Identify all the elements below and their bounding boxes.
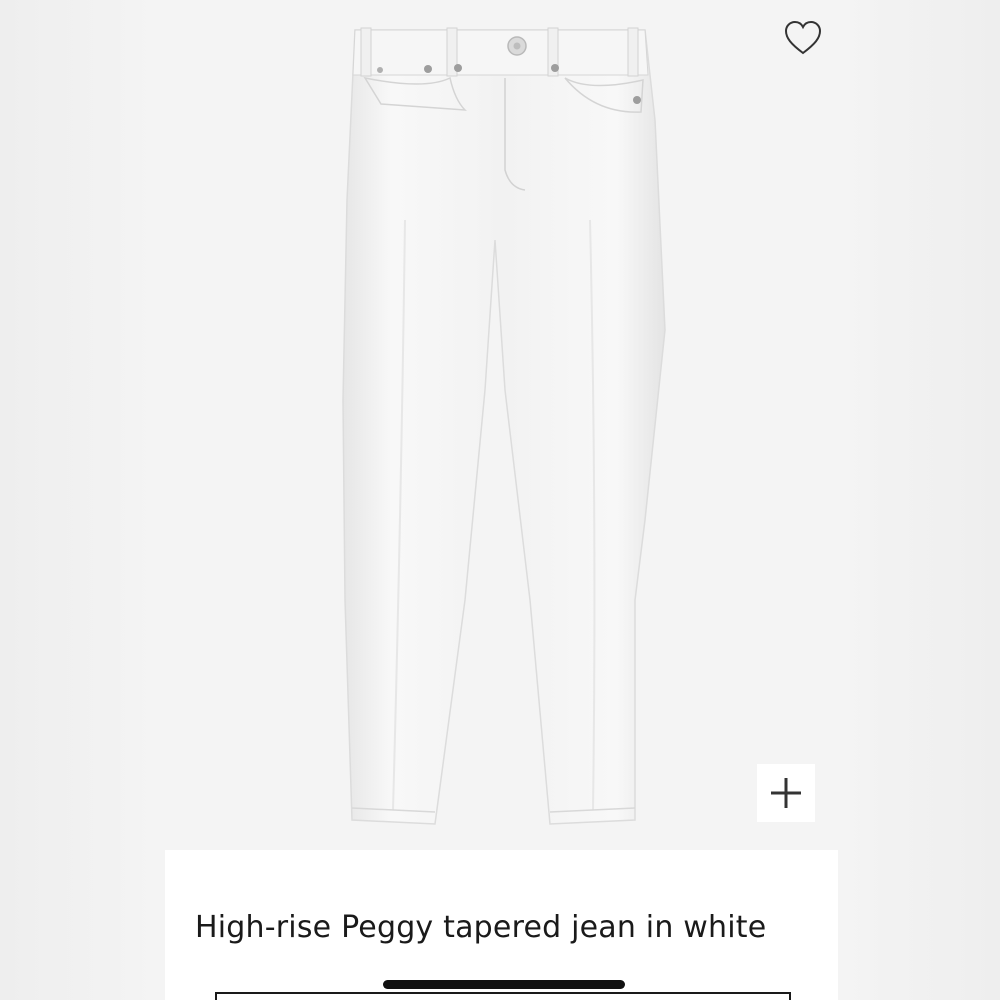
product-title: High-rise Peggy tapered jean in white: [195, 910, 767, 945]
zoom-button[interactable]: [757, 764, 815, 822]
product-image[interactable]: [165, 0, 838, 850]
product-detail-screen: High-rise Peggy tapered jean in white: [165, 0, 838, 1000]
wishlist-button[interactable]: [783, 20, 823, 56]
jeans-photo: [342, 27, 666, 825]
heart-outline-icon: [784, 20, 822, 55]
size-selector[interactable]: [215, 992, 791, 1000]
home-indicator[interactable]: [383, 980, 625, 989]
plus-icon: [771, 778, 801, 808]
product-info: High-rise Peggy tapered jean in white: [165, 850, 838, 1000]
